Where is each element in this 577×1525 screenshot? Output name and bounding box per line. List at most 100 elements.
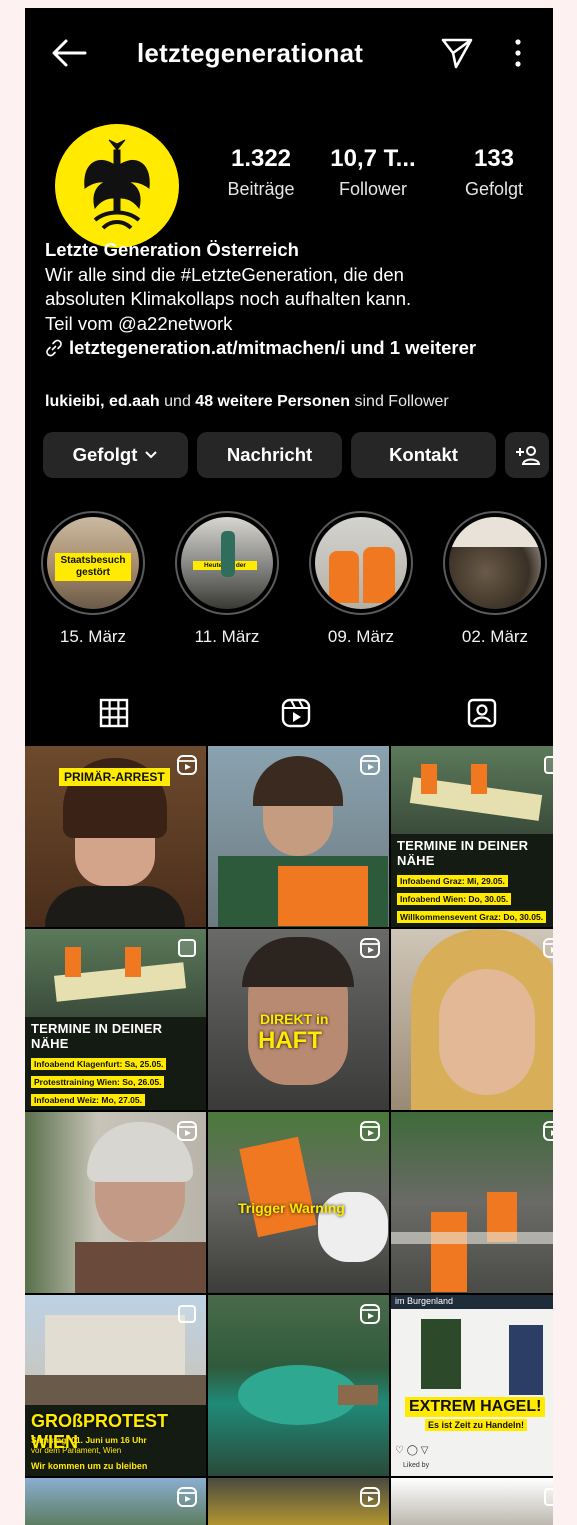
- post-line: Infoabend Klagenfurt: Sa, 25.05.: [31, 1058, 167, 1070]
- post-tile[interactable]: [208, 1478, 389, 1525]
- highlight-label: 15. März: [59, 627, 127, 646]
- followers-count: 10,7 T...: [330, 145, 416, 172]
- profile-avatar[interactable]: [55, 124, 179, 248]
- reels-icon[interactable]: [279, 696, 313, 730]
- post-line: Wir kommen um zu bleiben: [31, 1461, 148, 1471]
- profile-link-text[interactable]: letztegeneration.at/mitmachen/i und 1 we…: [69, 336, 476, 361]
- message-button-label: Nachricht: [226, 444, 313, 465]
- bio-line: absoluten Klimakollaps noch aufhalten ka…: [45, 288, 412, 309]
- post-line: Willkommensevent Graz: Do, 30.05.: [397, 911, 547, 923]
- bio-line: Wir alle sind die #LetzteGeneration, die…: [45, 263, 404, 285]
- story-highlight[interactable]: 02. März: [443, 511, 547, 647]
- mutual-followers-connector: und: [159, 393, 196, 410]
- highlight-ring: [443, 511, 547, 615]
- profile-username: letztegenerationat: [137, 38, 364, 68]
- post-line: Liked by: [403, 1462, 430, 1469]
- profile-bio: Letzte Generation Österreich Wir alle si…: [45, 238, 545, 361]
- top-bar: letztegenerationat: [25, 8, 553, 94]
- post-tile[interactable]: PRIMÄR-ARREST: [25, 746, 206, 927]
- highlight-thumbnail: [315, 517, 407, 609]
- reel-icon: [543, 938, 553, 958]
- highlight-label: 02. März: [461, 627, 529, 646]
- post-overlay-text: HAFT: [258, 1027, 322, 1054]
- grid-icon[interactable]: [97, 696, 131, 730]
- reel-icon: [360, 938, 380, 958]
- carousel-icon: [178, 939, 196, 957]
- post-title: TERMINE IN DEINER NÄHE: [31, 1021, 163, 1051]
- following-button[interactable]: Gefolgt: [43, 432, 188, 478]
- reel-icon: [360, 755, 380, 775]
- message-button[interactable]: Nachricht: [197, 432, 342, 478]
- profile-tab-bar: [25, 688, 553, 740]
- following-count: 133: [473, 145, 515, 172]
- highlight-thumbnail: Staatsbesuch gestört: [47, 517, 139, 609]
- stat-followers[interactable]: 10,7 T... Follower: [325, 145, 421, 200]
- back-arrow-icon[interactable]: [49, 36, 89, 70]
- post-line: im Burgenland: [395, 1296, 454, 1306]
- contact-button-label: Kontakt: [389, 444, 458, 465]
- post-tile[interactable]: im Burgenland EXTREM HAGEL! Es ist Zeit …: [391, 1295, 553, 1476]
- post-line: Infoabend Wien: Do, 30.05.: [397, 893, 512, 905]
- suggest-people-button[interactable]: [505, 432, 549, 478]
- posts-label: Beiträge: [227, 179, 295, 199]
- reel-icon: [360, 1487, 380, 1507]
- story-highlight[interactable]: 09. März: [309, 511, 413, 647]
- highlight-thumbnail: [449, 517, 541, 609]
- stat-following[interactable]: 133 Gefolgt: [447, 145, 541, 200]
- post-line: vor dem Parlament, Wien: [31, 1446, 122, 1455]
- carousel-icon: [544, 756, 553, 774]
- mutual-followers[interactable]: lukieibi, ed.aah und 48 weitere Personen…: [45, 393, 449, 411]
- highlight-thumbnail: Heute vor der: [181, 517, 273, 609]
- post-tile[interactable]: [391, 929, 553, 1110]
- highlight-label: 09. März: [327, 627, 395, 646]
- post-tile[interactable]: [391, 1112, 553, 1293]
- profile-link[interactable]: letztegeneration.at/mitmachen/i und 1 we…: [45, 336, 545, 361]
- carousel-icon: [178, 1305, 196, 1323]
- send-icon[interactable]: [440, 36, 474, 70]
- post-overlay-text: Trigger Warning: [238, 1200, 345, 1216]
- chevron-down-icon: [145, 451, 158, 459]
- post-tile[interactable]: [208, 746, 389, 927]
- post-tile[interactable]: GROßPROTEST WIEN Samstag, 01. Juni um 16…: [25, 1295, 206, 1476]
- post-line: Samstag, 01. Juni um 16 Uhr: [31, 1435, 147, 1445]
- reel-icon: [360, 1121, 380, 1141]
- highlight-ring: [309, 511, 413, 615]
- post-line: Infoabend Weiz: Mo, 27.05.: [31, 1094, 145, 1106]
- post-info-box: TERMINE IN DEINER NÄHE Infoabend Graz: M…: [391, 834, 553, 927]
- post-tile[interactable]: TERMINE IN DEINER NÄHE Infoabend Klagenf…: [25, 929, 206, 1110]
- profile-display-name: Letzte Generation Österreich: [45, 239, 299, 260]
- posts-count: 1.322: [230, 145, 292, 172]
- post-tile[interactable]: Trigger Warning: [208, 1112, 389, 1293]
- story-highlight[interactable]: Staatsbesuch gestört 15. März: [41, 511, 145, 647]
- post-title: TERMINE IN DEINER NÄHE: [397, 838, 529, 868]
- post-tile[interactable]: TERMINE IN DEINER NÄHE Infoabend Graz: M…: [391, 746, 553, 927]
- reel-icon: [177, 1487, 197, 1507]
- reel-icon: [177, 755, 197, 775]
- stat-posts[interactable]: 1.322 Beiträge: [215, 145, 307, 200]
- mutual-followers-count: 48 weitere Personen: [195, 393, 351, 410]
- post-title: EXTREM HAGEL!: [405, 1397, 546, 1417]
- reel-icon: [360, 1304, 380, 1324]
- contact-button[interactable]: Kontakt: [351, 432, 496, 478]
- following-button-label: Gefolgt: [72, 444, 138, 465]
- post-tile[interactable]: [391, 1478, 553, 1525]
- link-icon: [46, 339, 62, 357]
- post-tile[interactable]: [25, 1112, 206, 1293]
- post-tile[interactable]: [25, 1478, 206, 1525]
- following-label: Gefolgt: [464, 179, 524, 199]
- tagged-icon[interactable]: [465, 696, 499, 730]
- logo-icon: [84, 139, 150, 230]
- post-tile[interactable]: [208, 1295, 389, 1476]
- post-overlay-text: DIREKT in: [260, 1011, 329, 1027]
- add-person-icon: [516, 446, 540, 465]
- highlight-ring: Staatsbesuch gestört: [41, 511, 145, 615]
- mutual-followers-tail: sind Follower: [350, 393, 449, 410]
- story-highlight[interactable]: Heute vor der 11. März: [175, 511, 279, 647]
- more-options-icon[interactable]: [511, 36, 525, 70]
- post-tile[interactable]: DIREKT in HAFT: [208, 929, 389, 1110]
- post-line: Protesttraining Wien: So, 26.05.: [31, 1076, 165, 1088]
- bio-mention-line[interactable]: Teil vom @a22network: [45, 312, 545, 337]
- post-line: Es ist Zeit zu Handeln!: [425, 1419, 528, 1431]
- highlight-tag-text: Staatsbesuch gestört: [55, 553, 131, 581]
- highlight-ring: Heute vor der: [175, 511, 279, 615]
